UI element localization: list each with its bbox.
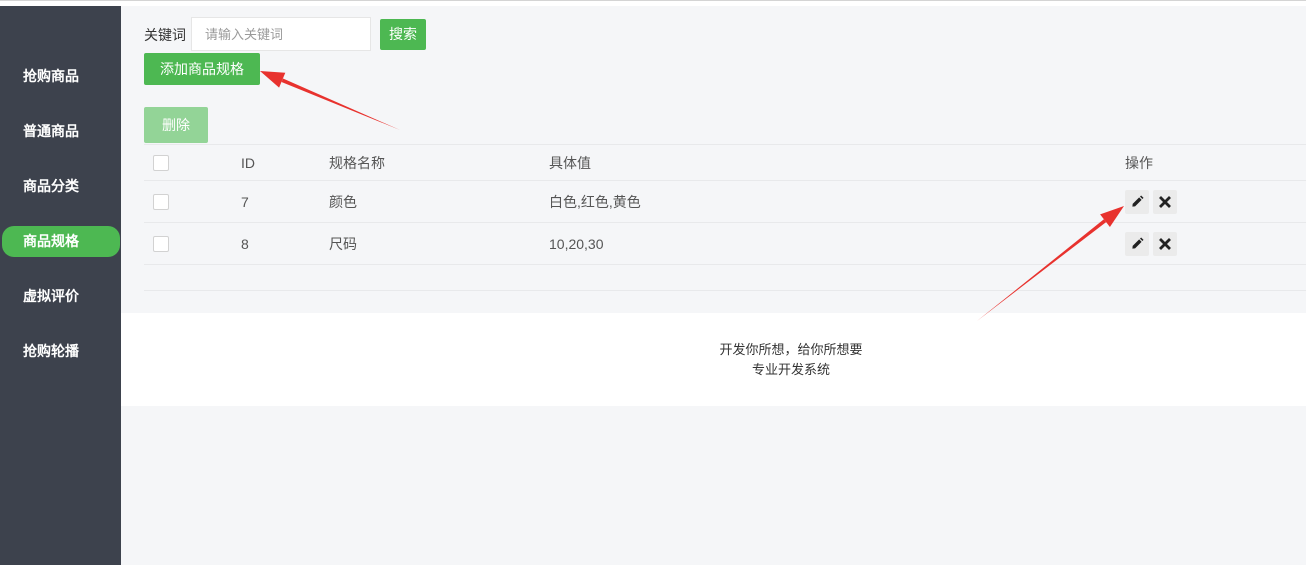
row-checkbox[interactable]	[153, 235, 169, 252]
footer-slogan: 开发你所想，给你所想要	[719, 342, 863, 357]
footer-subtitle: 专业开发系统	[751, 362, 830, 377]
add-spec-button[interactable]: 添加商品规格	[144, 53, 260, 85]
pencil-icon	[1131, 237, 1144, 249]
pencil-icon	[1131, 195, 1144, 207]
delete-row-button[interactable]	[1153, 231, 1177, 256]
delete-row-button[interactable]	[1153, 189, 1177, 214]
column-header-values: 具体值	[549, 154, 591, 171]
column-header-id: ID	[241, 154, 255, 171]
sidebar-item-flash-sale-carousel[interactable]: 抢购轮播	[2, 336, 120, 367]
search-button[interactable]: 搜索	[380, 19, 426, 50]
sidebar-item-goods-spec[interactable]: 商品规格	[2, 226, 120, 257]
cell-values: 白色,红色,黄色	[549, 193, 641, 210]
row-checkbox[interactable]	[153, 193, 169, 210]
pagination-area	[144, 265, 1306, 291]
annotation-arrow	[260, 71, 400, 130]
row-actions	[1125, 181, 1181, 222]
sidebar-menu: 抢购商品 普通商品 商品分类 商品规格 虚拟评价 抢购轮播	[0, 61, 121, 391]
cell-id: 8	[241, 235, 249, 252]
sidebar-item-flash-sale-goods[interactable]: 抢购商品	[2, 61, 120, 92]
cell-values: 10,20,30	[549, 235, 604, 252]
footer-text: 开发你所想，给你所想要 专业开发系统	[691, 340, 891, 380]
row-actions	[1125, 223, 1181, 264]
cell-spec-name: 颜色	[329, 193, 357, 210]
close-icon	[1159, 237, 1171, 250]
sidebar-item-regular-goods[interactable]: 普通商品	[2, 116, 120, 147]
close-icon	[1159, 195, 1171, 208]
cell-id: 7	[241, 193, 249, 210]
cell-spec-name: 尺码	[329, 235, 357, 252]
delete-button[interactable]: 删除	[144, 107, 208, 143]
table-header-row: ID 规格名称 具体值 操作	[144, 144, 1306, 181]
sidebar-item-goods-category[interactable]: 商品分类	[2, 171, 120, 202]
sidebar-item-virtual-review[interactable]: 虚拟评价	[2, 281, 120, 312]
footer: 开发你所想，给你所想要 专业开发系统	[121, 313, 1306, 406]
table-row: 7 颜色 白色,红色,黄色	[144, 181, 1306, 223]
keyword-label: 关键词	[144, 27, 186, 43]
edit-button[interactable]	[1125, 231, 1149, 256]
table-row: 8 尺码 10,20,30	[144, 223, 1306, 265]
spec-table: ID 规格名称 具体值 操作 7 颜色 白色,红色,黄色 8 尺码 10,20,…	[144, 144, 1306, 291]
select-all-checkbox[interactable]	[153, 154, 169, 171]
column-header-spec-name: 规格名称	[329, 154, 385, 171]
top-header-edge	[0, 0, 1306, 6]
keyword-search-input[interactable]	[191, 17, 371, 51]
sidebar: 抢购商品 普通商品 商品分类 商品规格 虚拟评价 抢购轮播	[0, 6, 121, 565]
column-header-actions: 操作	[1125, 154, 1153, 171]
edit-button[interactable]	[1125, 189, 1149, 214]
